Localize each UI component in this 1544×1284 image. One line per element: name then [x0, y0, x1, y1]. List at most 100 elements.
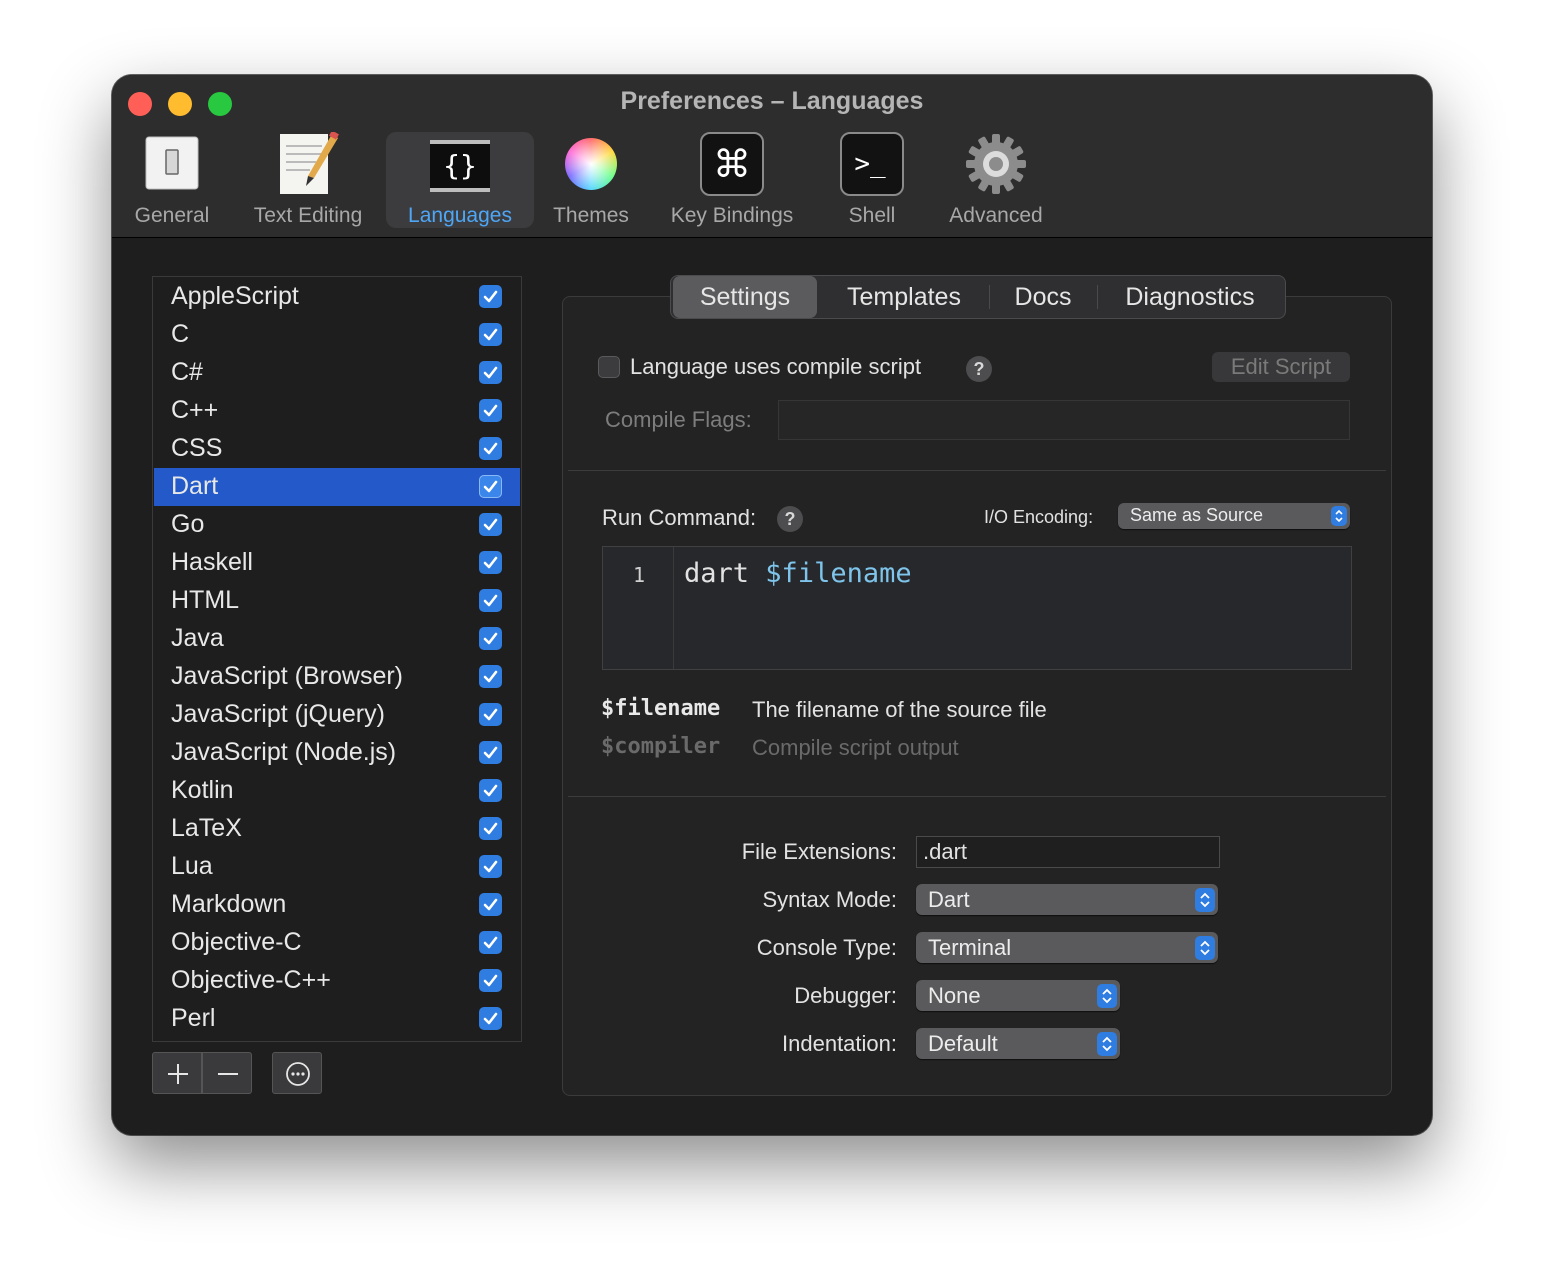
- list-item[interactable]: CSS: [154, 430, 520, 468]
- language-settings-panel: Language uses compile script ? Edit Scri…: [562, 296, 1392, 1096]
- list-item[interactable]: Perl: [154, 1000, 520, 1038]
- tab-templates[interactable]: Templates: [821, 276, 987, 318]
- console-type-value: Terminal: [928, 935, 1012, 960]
- language-enabled-checkbox[interactable]: [479, 779, 502, 802]
- tab-docs[interactable]: Docs: [991, 276, 1095, 318]
- list-item[interactable]: LaTeX: [154, 810, 520, 848]
- run-command-help-button[interactable]: ?: [777, 506, 803, 532]
- more-options-button[interactable]: [272, 1052, 322, 1094]
- toolbar-advanced[interactable]: Advanced: [932, 132, 1060, 228]
- svg-text:⌘: ⌘: [713, 142, 751, 186]
- window-title: Preferences – Languages: [620, 87, 924, 115]
- syntax-mode-label: Syntax Mode:: [762, 887, 897, 912]
- divider: [568, 470, 1386, 471]
- svg-text:{}: {}: [443, 149, 477, 182]
- language-name: AppleScript: [171, 282, 299, 310]
- list-item[interactable]: JavaScript (Node.js): [154, 734, 520, 772]
- tab-diagnostics[interactable]: Diagnostics: [1099, 276, 1281, 318]
- language-enabled-checkbox[interactable]: [479, 589, 502, 612]
- run-command-label: Run Command:: [602, 505, 757, 530]
- debugger-select[interactable]: None: [916, 980, 1120, 1011]
- language-enabled-checkbox[interactable]: [479, 399, 502, 422]
- toolbar-label: Languages: [408, 204, 512, 227]
- toolbar-label: Advanced: [949, 204, 1043, 227]
- toolbar-languages[interactable]: {} Languages: [386, 132, 534, 228]
- language-enabled-checkbox[interactable]: [479, 703, 502, 726]
- list-item[interactable]: C++: [154, 392, 520, 430]
- list-item[interactable]: Java: [154, 620, 520, 658]
- remove-language-button[interactable]: [202, 1052, 252, 1094]
- list-item[interactable]: JavaScript (Browser): [154, 658, 520, 696]
- compile-help-button[interactable]: ?: [966, 356, 992, 382]
- indentation-value: Default: [928, 1031, 998, 1056]
- language-enabled-checkbox[interactable]: [479, 551, 502, 574]
- chevron-updown-icon: [1331, 506, 1347, 526]
- add-language-button[interactable]: [152, 1052, 202, 1094]
- console-type-select[interactable]: Terminal: [916, 932, 1218, 963]
- language-name: CSS: [171, 434, 223, 462]
- indentation-select[interactable]: Default: [916, 1028, 1120, 1059]
- language-name: C: [171, 320, 190, 348]
- compile-flags-field[interactable]: [778, 400, 1350, 440]
- language-name: JavaScript (jQuery): [171, 700, 385, 728]
- language-name: C++: [171, 396, 219, 424]
- edit-script-button[interactable]: Edit Script: [1212, 352, 1350, 382]
- shell-icon: >_: [840, 132, 904, 196]
- io-encoding-value: Same as Source: [1130, 505, 1264, 525]
- chevron-updown-icon: [1097, 1032, 1117, 1056]
- file-extensions-label: File Extensions:: [741, 839, 897, 864]
- language-name: C#: [171, 358, 203, 386]
- toolbar-shell[interactable]: >_ Shell: [824, 132, 920, 228]
- list-item[interactable]: Go: [154, 506, 520, 544]
- divider: [568, 796, 1386, 797]
- language-enabled-checkbox[interactable]: [479, 817, 502, 840]
- list-item[interactable]: Lua: [154, 848, 520, 886]
- toolbar-text-editing[interactable]: Text Editing: [242, 132, 374, 228]
- language-enabled-checkbox[interactable]: [479, 665, 502, 688]
- language-enabled-checkbox[interactable]: [479, 285, 502, 308]
- compile-script-checkbox[interactable]: [598, 356, 620, 378]
- chevron-updown-icon: [1195, 936, 1215, 960]
- toolbar-key-bindings[interactable]: ⌘ Key Bindings: [660, 132, 804, 228]
- language-enabled-checkbox[interactable]: [479, 323, 502, 346]
- list-item[interactable]: Kotlin: [154, 772, 520, 810]
- list-item[interactable]: Objective-C++: [154, 962, 520, 1000]
- language-enabled-checkbox[interactable]: [479, 741, 502, 764]
- io-encoding-select[interactable]: Same as Source: [1118, 503, 1350, 529]
- language-list[interactable]: AppleScript C C# C++ CSS Dart Go Haskell…: [152, 276, 522, 1042]
- list-item[interactable]: JavaScript (jQuery): [154, 696, 520, 734]
- language-name: Objective-C: [171, 928, 302, 956]
- variable-description: The filename of the source file: [752, 697, 1047, 722]
- list-item[interactable]: HTML: [154, 582, 520, 620]
- compile-script-label: Language uses compile script: [630, 354, 922, 379]
- language-enabled-checkbox[interactable]: [479, 437, 502, 460]
- line-gutter: 1: [603, 547, 674, 669]
- toolbar-themes[interactable]: Themes: [544, 132, 638, 228]
- svg-text:>_: >_: [854, 149, 886, 179]
- list-item[interactable]: Markdown: [154, 886, 520, 924]
- file-extensions-field[interactable]: .dart: [916, 836, 1220, 868]
- plus-icon: [168, 1064, 188, 1084]
- list-item[interactable]: C#: [154, 354, 520, 392]
- language-name: Markdown: [171, 890, 287, 918]
- language-enabled-checkbox[interactable]: [479, 1007, 502, 1030]
- tab-settings[interactable]: Settings: [673, 276, 817, 318]
- language-enabled-checkbox[interactable]: [479, 931, 502, 954]
- language-enabled-checkbox[interactable]: [479, 855, 502, 878]
- syntax-mode-select[interactable]: Dart: [916, 884, 1218, 915]
- variable-description: Compile script output: [752, 735, 959, 760]
- language-enabled-checkbox[interactable]: [479, 627, 502, 650]
- language-enabled-checkbox[interactable]: [479, 475, 502, 498]
- list-item[interactable]: AppleScript: [154, 278, 520, 316]
- list-item[interactable]: Haskell: [154, 544, 520, 582]
- list-item[interactable]: Objective-C: [154, 924, 520, 962]
- language-enabled-checkbox[interactable]: [479, 361, 502, 384]
- language-enabled-checkbox[interactable]: [479, 969, 502, 992]
- debugger-label: Debugger:: [794, 983, 897, 1008]
- language-enabled-checkbox[interactable]: [479, 513, 502, 536]
- run-command-editor[interactable]: 1 dart $filename: [602, 546, 1352, 670]
- list-item[interactable]: C: [154, 316, 520, 354]
- language-enabled-checkbox[interactable]: [479, 893, 502, 916]
- list-item-selected[interactable]: Dart: [154, 468, 520, 506]
- toolbar-general[interactable]: General: [122, 132, 222, 228]
